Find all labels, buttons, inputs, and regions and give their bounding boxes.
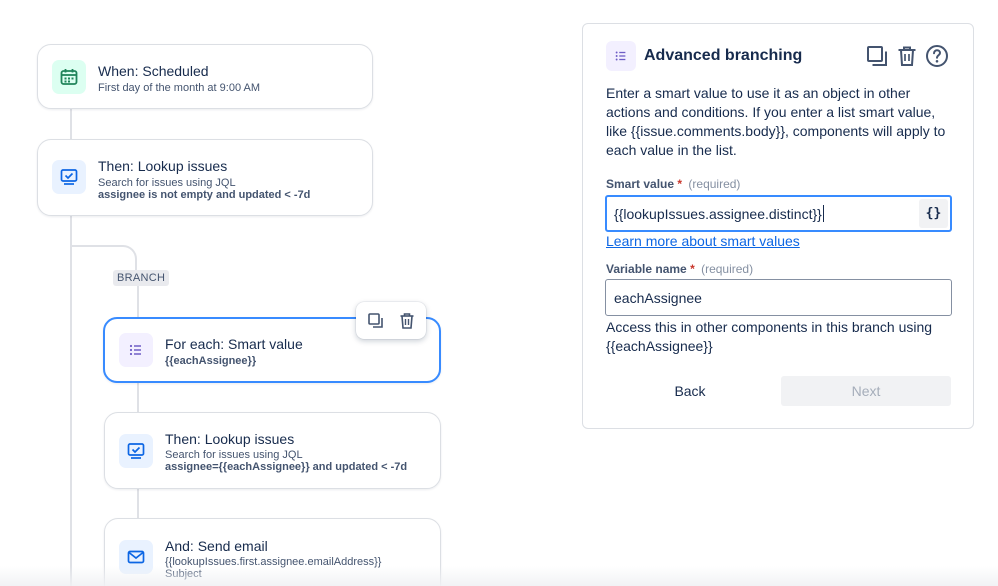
lookup-issues-branch-title: Then: Lookup issues bbox=[165, 431, 295, 447]
lookup-issues-icon bbox=[52, 160, 86, 194]
trash-icon[interactable] bbox=[895, 43, 919, 69]
smart-value-input[interactable]: {{lookupIssues.assignee.distinct}} {} bbox=[605, 195, 952, 232]
trigger-subtitle: First day of the month at 9:00 AM bbox=[98, 82, 261, 94]
branch-label: BRANCH bbox=[113, 270, 170, 286]
next-button[interactable]: Next bbox=[781, 376, 951, 406]
learn-more-link[interactable]: Learn more about smart values bbox=[606, 233, 800, 249]
smart-value-picker-button[interactable]: {} bbox=[919, 199, 948, 228]
lookup-issues-jql: assignee is not empty and updated < -7d bbox=[98, 189, 311, 201]
smart-value-text: {{lookupIssues.assignee.distinct}} bbox=[614, 205, 822, 222]
duplicate-icon[interactable] bbox=[865, 43, 889, 69]
variable-name-label-text: Variable name bbox=[606, 262, 687, 276]
lookup-issues-branch-subtitle: Search for issues using JQL bbox=[165, 449, 303, 461]
variable-name-label: Variable name * (required) bbox=[606, 262, 753, 276]
variable-name-text: eachAssignee bbox=[614, 289, 702, 306]
email-icon bbox=[119, 540, 153, 574]
card-toolbar bbox=[356, 302, 426, 339]
smart-value-label: Smart value * (required) bbox=[606, 177, 740, 191]
lookup-issues-card[interactable]: Then: Lookup issues Search for issues us… bbox=[37, 139, 373, 216]
panel-description: Enter a smart value to use it as an obje… bbox=[606, 85, 946, 158]
branch-list-icon bbox=[606, 41, 636, 71]
smart-value-label-text: Smart value bbox=[606, 177, 675, 191]
trigger-title: When: Scheduled bbox=[98, 63, 209, 79]
lookup-issues-branch-card[interactable]: Then: Lookup issues Search for issues us… bbox=[104, 412, 441, 489]
required-hint: (required) bbox=[701, 262, 754, 276]
lookup-issues-branch-jql: assignee={{eachAssignee}} and updated < … bbox=[165, 461, 408, 473]
lookup-issues-icon bbox=[119, 434, 153, 468]
for-each-variable: {{eachAssignee}} bbox=[165, 355, 257, 367]
back-button[interactable]: Back bbox=[605, 376, 775, 406]
send-email-title: And: Send email bbox=[165, 538, 268, 554]
help-icon[interactable] bbox=[925, 43, 949, 69]
text-caret bbox=[822, 205, 824, 222]
send-email-to: {{lookupIssues.first.assignee.emailAddre… bbox=[165, 556, 382, 568]
variable-helper-text: Access this in other components in this … bbox=[606, 319, 933, 354]
advanced-branching-panel: Advanced branching Enter a smart value t… bbox=[582, 23, 974, 429]
trash-icon[interactable] bbox=[394, 308, 420, 334]
panel-title: Advanced branching bbox=[644, 47, 803, 64]
lookup-issues-title: Then: Lookup issues bbox=[98, 158, 228, 174]
automation-canvas: BRANCH When: Scheduled First day of the … bbox=[0, 0, 998, 586]
calendar-icon bbox=[52, 60, 86, 94]
required-mark: * bbox=[677, 177, 683, 191]
required-mark: * bbox=[690, 262, 695, 276]
panel-actions bbox=[865, 43, 949, 69]
for-each-title: For each: Smart value bbox=[165, 336, 303, 352]
variable-name-input[interactable]: eachAssignee bbox=[605, 279, 952, 316]
send-email-card[interactable]: And: Send email {{lookupIssues.first.ass… bbox=[104, 518, 441, 586]
trigger-card[interactable]: When: Scheduled First day of the month a… bbox=[37, 44, 373, 109]
send-email-subject: Subject bbox=[165, 568, 202, 580]
branch-list-icon bbox=[119, 333, 153, 367]
duplicate-icon[interactable] bbox=[363, 308, 389, 334]
required-hint: (required) bbox=[688, 177, 741, 191]
lookup-issues-subtitle: Search for issues using JQL bbox=[98, 177, 236, 189]
